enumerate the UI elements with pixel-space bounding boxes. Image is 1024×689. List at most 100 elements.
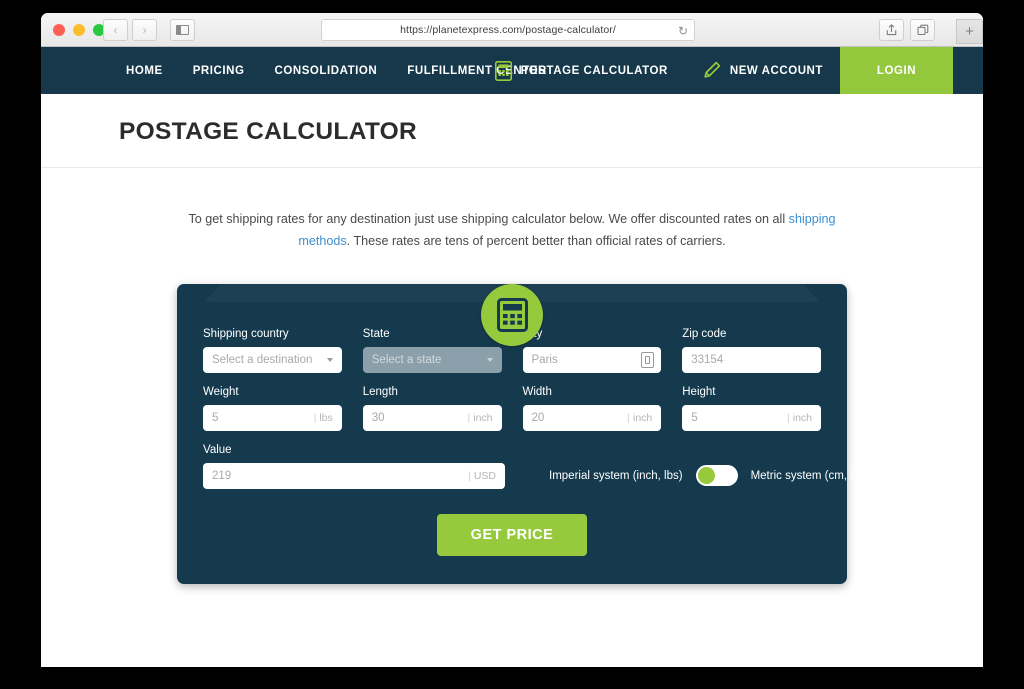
field-zip: Zip code 33154 bbox=[682, 328, 821, 373]
label-city: City bbox=[523, 328, 662, 340]
height-unit-text: inch bbox=[792, 412, 812, 424]
field-state: State Select a state bbox=[362, 328, 502, 373]
field-city: City Paris bbox=[522, 328, 662, 373]
nav-right-spacer bbox=[953, 47, 983, 94]
device-frame: ‹ › https://planetexpress.com/postage-ca… bbox=[0, 0, 1024, 689]
weight-unit-text: lbs bbox=[319, 412, 333, 424]
submit-row: GET PRICE bbox=[203, 514, 821, 556]
field-weight: Weight 5 | lbs bbox=[203, 386, 342, 431]
back-icon[interactable]: ‹ bbox=[103, 19, 128, 41]
browser-window: ‹ › https://planetexpress.com/postage-ca… bbox=[41, 13, 983, 667]
length-unit: | inch bbox=[468, 412, 493, 424]
height-input[interactable]: 5 | inch bbox=[682, 405, 821, 431]
calculator-icon bbox=[494, 60, 512, 81]
contact-card-icon[interactable] bbox=[641, 352, 655, 368]
label-length: Length bbox=[362, 386, 398, 398]
unit-system-toggle-group: Imperial system (inch, lbs) Metric syste… bbox=[549, 465, 866, 489]
unit-system-switch[interactable] bbox=[695, 465, 738, 486]
nav-label-new-account: NEW ACCOUNT bbox=[729, 64, 823, 77]
zip-code-placeholder: 33154 bbox=[691, 354, 724, 366]
intro-paragraph: To get shipping rates for any destinatio… bbox=[172, 208, 852, 252]
nav-login-button[interactable]: LOGIN bbox=[840, 47, 953, 94]
browser-chrome: ‹ › https://planetexpress.com/postage-ca… bbox=[41, 13, 983, 47]
label-value: Value bbox=[203, 444, 232, 456]
nav-label-postage-calculator: POSTAGE CALCULATOR bbox=[520, 64, 668, 77]
minimize-window-button[interactable] bbox=[73, 24, 85, 36]
calculator-icon-large bbox=[496, 298, 528, 332]
switch-knob bbox=[697, 467, 715, 484]
form-row-value: Value 219 | USD Imperial system (inch, lb… bbox=[203, 444, 866, 489]
nav-link-pricing[interactable]: PRICING bbox=[193, 65, 245, 77]
label-width: Width bbox=[522, 386, 552, 398]
address-bar[interactable]: https://planetexpress.com/postage-calcul… bbox=[321, 19, 695, 41]
city-input[interactable]: Paris bbox=[522, 347, 662, 373]
city-placeholder: Paris bbox=[531, 354, 558, 366]
value-placeholder: 219 bbox=[212, 470, 232, 482]
site-navbar: HOME PRICING CONSOLIDATION FULFILLMENT C… bbox=[41, 47, 983, 94]
height-placeholder: 5 bbox=[691, 412, 698, 424]
url-text: https://planetexpress.com/postage-calcul… bbox=[400, 24, 616, 36]
length-input[interactable]: 30 | inch bbox=[362, 405, 502, 431]
nav-link-postage-calculator[interactable]: POSTAGE CALCULATOR bbox=[478, 47, 685, 94]
label-state: State bbox=[362, 328, 390, 340]
imperial-system-label[interactable]: Imperial system (inch, lbs) bbox=[549, 470, 683, 482]
unit-divider: | bbox=[313, 412, 317, 424]
intro-text-part2: . These rates are tens of percent better… bbox=[346, 234, 726, 248]
page-title-section: POSTAGE CALCULATOR bbox=[41, 94, 983, 168]
metric-system-label[interactable]: Metric system (cm, kg) bbox=[751, 470, 867, 482]
sidebar-glyph-icon bbox=[176, 25, 189, 35]
new-tab-button[interactable]: + bbox=[956, 19, 983, 44]
page-title: POSTAGE CALCULATOR bbox=[119, 118, 418, 145]
calculator-badge-icon bbox=[481, 284, 543, 346]
height-unit: | inch bbox=[787, 412, 812, 424]
intro-text-part1: To get shipping rates for any destinatio… bbox=[188, 212, 789, 226]
label-shipping-country: Shipping country bbox=[203, 328, 289, 340]
forward-icon[interactable]: › bbox=[132, 19, 157, 41]
length-placeholder: 30 bbox=[371, 412, 385, 424]
get-price-button[interactable]: GET PRICE bbox=[436, 514, 588, 556]
nav-link-home[interactable]: HOME bbox=[126, 65, 163, 77]
page-content: POSTAGE CALCULATOR To get shipping rates… bbox=[41, 94, 983, 667]
field-length: Length 30 | inch bbox=[362, 386, 502, 431]
weight-input[interactable]: 5 | lbs bbox=[203, 405, 342, 431]
chevron-down-icon bbox=[486, 358, 493, 362]
width-unit: | inch bbox=[627, 412, 652, 424]
weight-unit: | lbs bbox=[314, 412, 333, 424]
form-row-dimensions: Weight 5 | lbs Length 30 | inch Width 20… bbox=[203, 386, 821, 431]
nav-link-consolidation[interactable]: CONSOLIDATION bbox=[274, 65, 377, 77]
field-width: Width 20 | inch bbox=[522, 386, 662, 431]
label-zip-code: Zip code bbox=[682, 328, 727, 340]
contact-card-inner bbox=[645, 356, 651, 364]
window-traffic-lights bbox=[53, 24, 105, 36]
chevron-down-icon bbox=[326, 358, 333, 362]
label-height: Height bbox=[682, 386, 716, 398]
zip-code-input[interactable]: 33154 bbox=[682, 347, 821, 373]
shipping-country-value: Select a destination bbox=[212, 354, 313, 366]
tabs-icon[interactable] bbox=[910, 19, 935, 41]
length-unit-text: inch bbox=[473, 412, 493, 424]
calculator-card-zone: Shipping country Select a destination St… bbox=[41, 284, 983, 584]
field-height: Height 5 | inch bbox=[682, 386, 821, 431]
nav-label-login: LOGIN bbox=[876, 64, 917, 77]
sidebar-toggle-icon[interactable] bbox=[170, 19, 195, 41]
nav-links-group: HOME PRICING CONSOLIDATION FULFILLMENT C… bbox=[41, 47, 547, 94]
unit-divider: | bbox=[787, 412, 790, 424]
nav-link-new-account[interactable]: NEW ACCOUNT bbox=[685, 47, 840, 94]
value-input[interactable]: 219 | USD bbox=[203, 463, 505, 489]
close-window-button[interactable] bbox=[53, 24, 65, 36]
unit-divider: | bbox=[627, 412, 630, 424]
unit-divider: | bbox=[468, 470, 471, 482]
shipping-country-select[interactable]: Select a destination bbox=[203, 347, 342, 373]
share-icon[interactable] bbox=[879, 19, 904, 41]
field-value: Value 219 | USD bbox=[203, 444, 505, 489]
pencil-icon bbox=[704, 61, 721, 78]
weight-placeholder: 5 bbox=[212, 412, 219, 424]
browser-nav-buttons: ‹ › bbox=[103, 19, 195, 41]
width-input[interactable]: 20 | inch bbox=[522, 405, 662, 431]
browser-right-buttons bbox=[879, 19, 935, 41]
field-shipping-country: Shipping country Select a destination bbox=[203, 328, 342, 373]
width-placeholder: 20 bbox=[531, 412, 545, 424]
state-value: Select a state bbox=[371, 354, 442, 366]
state-select[interactable]: Select a state bbox=[362, 347, 502, 373]
reload-icon[interactable]: ↻ bbox=[678, 23, 688, 39]
